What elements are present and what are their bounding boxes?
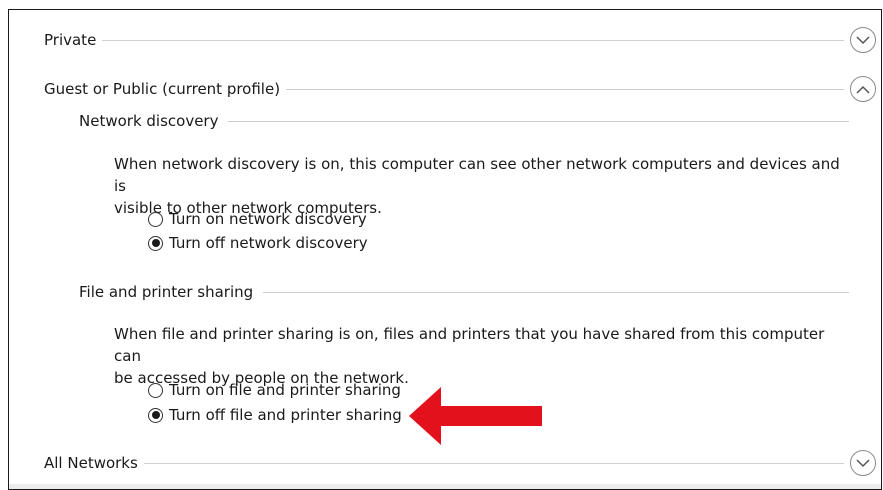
radio-label: Turn off file and printer sharing: [169, 406, 402, 424]
radio-label: Turn on file and printer sharing: [169, 381, 401, 399]
chevron-down-icon[interactable]: [850, 450, 876, 476]
radio-turn-off-network-discovery[interactable]: Turn off network discovery: [148, 234, 368, 252]
radio-button-selected[interactable]: [148, 407, 163, 423]
footer-strip: [9, 484, 881, 489]
section-divider: [143, 462, 844, 464]
network-discovery-header: Network discovery: [79, 112, 849, 130]
radio-turn-on-network-discovery[interactable]: Turn on network discovery: [148, 210, 367, 228]
radio-turn-off-file-sharing[interactable]: Turn off file and printer sharing: [148, 406, 402, 424]
section-private-header[interactable]: Private: [44, 27, 876, 53]
section-private-label: Private: [44, 31, 97, 49]
radio-turn-on-file-sharing[interactable]: Turn on file and printer sharing: [148, 381, 401, 399]
network-discovery-title: Network discovery: [79, 112, 219, 130]
section-guest-label: Guest or Public (current profile): [44, 80, 281, 98]
radio-button-unselected[interactable]: [148, 382, 163, 398]
description-line: When network discovery is on, this compu…: [114, 155, 840, 195]
radio-button-unselected[interactable]: [148, 211, 163, 227]
network-sharing-settings-panel: Private Guest or Public (current profile…: [8, 9, 882, 490]
file-sharing-header: File and printer sharing: [79, 283, 849, 301]
section-all-networks-header[interactable]: All Networks: [44, 450, 876, 476]
chevron-down-icon[interactable]: [850, 27, 876, 53]
subsection-divider: [263, 291, 849, 293]
section-divider: [286, 88, 844, 90]
section-all-networks-label: All Networks: [44, 454, 138, 472]
file-sharing-title: File and printer sharing: [79, 283, 254, 301]
red-arrow-icon: [409, 387, 542, 445]
radio-button-selected[interactable]: [148, 235, 163, 251]
file-sharing-description: When file and printer sharing is on, fil…: [114, 323, 854, 389]
chevron-up-icon[interactable]: [850, 76, 876, 102]
radio-label: Turn off network discovery: [169, 234, 368, 252]
description-line: When file and printer sharing is on, fil…: [114, 325, 825, 365]
subsection-divider: [228, 120, 849, 122]
radio-label: Turn on network discovery: [169, 210, 367, 228]
section-guest-header[interactable]: Guest or Public (current profile): [44, 76, 876, 102]
section-divider: [102, 39, 844, 41]
